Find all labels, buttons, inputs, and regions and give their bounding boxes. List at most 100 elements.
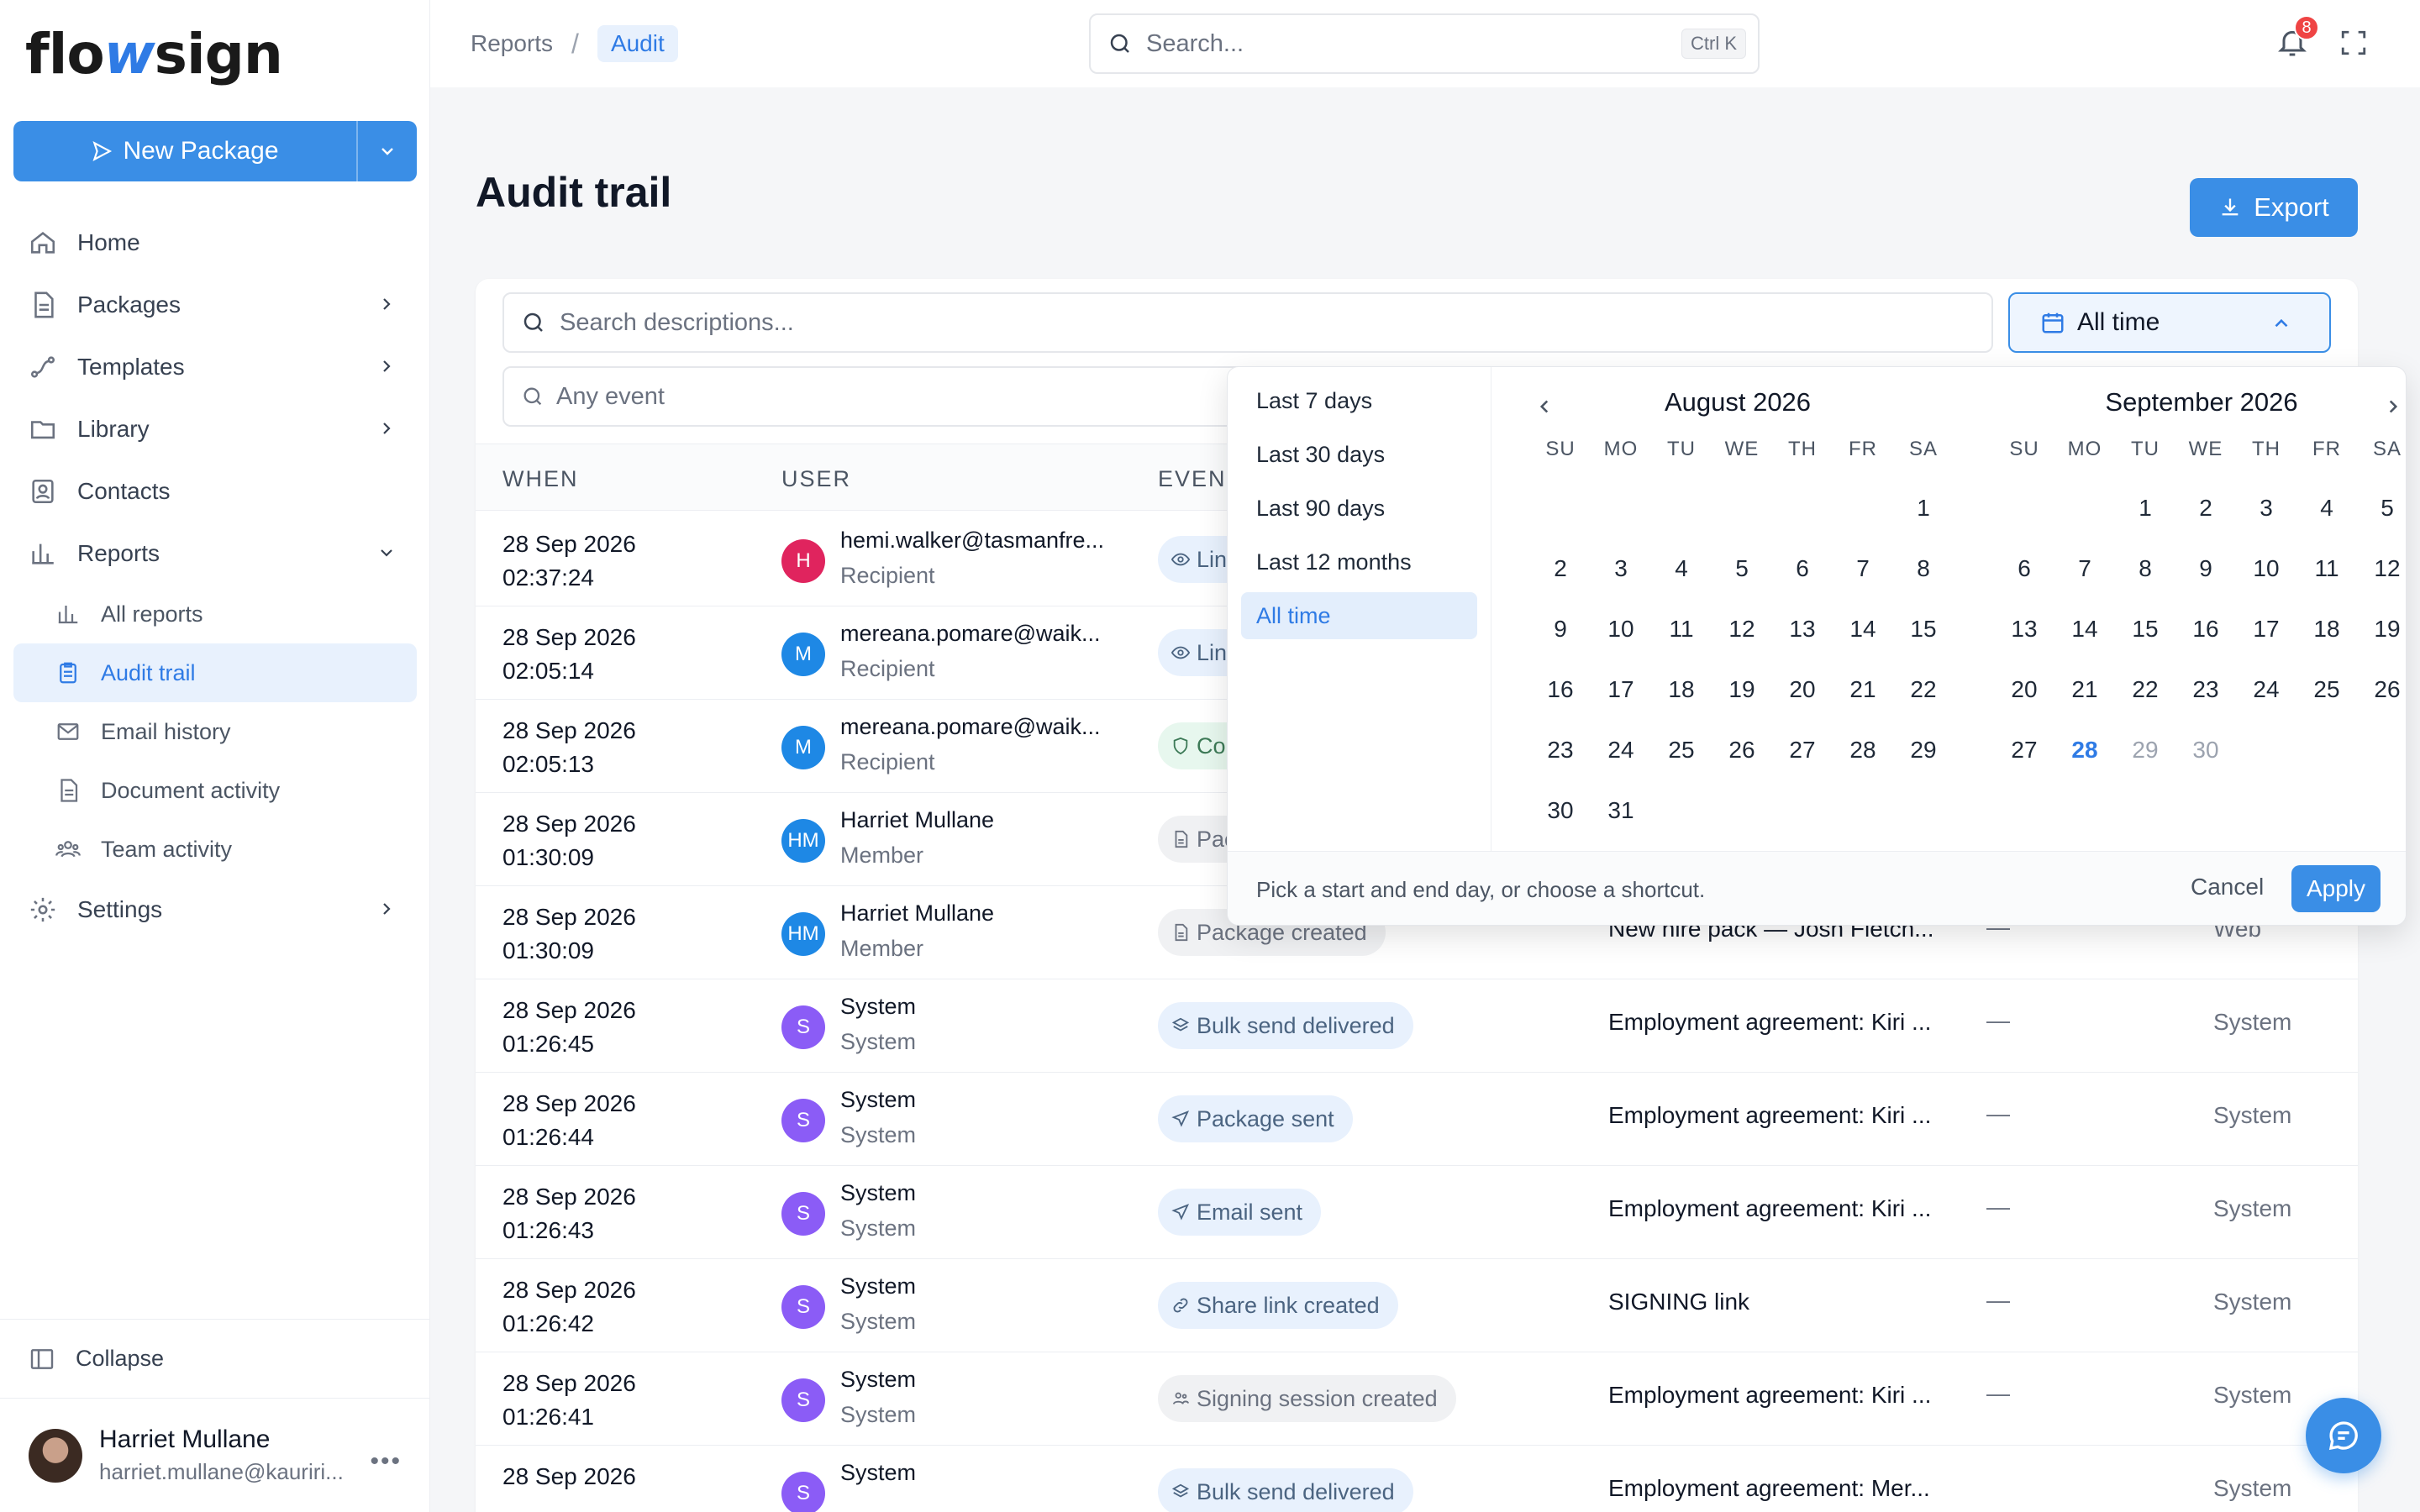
collapse-sidebar-button[interactable]: Collapse [0,1319,430,1398]
calendar-day[interactable]: 31 [1591,794,1651,827]
calendar-day[interactable]: 16 [2175,612,2236,646]
more-options-icon[interactable]: ••• [370,1447,402,1476]
calendar-day[interactable]: 17 [1591,673,1651,706]
table-row[interactable]: 28 Sep 2026 01:26:43 S System System Email se… [476,1165,2358,1259]
calendar-day[interactable]: 8 [2115,552,2175,585]
calendar-day[interactable]: 12 [2357,552,2406,585]
calendar-day[interactable]: 4 [1651,552,1712,585]
calendar-day[interactable]: 25 [2296,673,2357,706]
calendar-day[interactable]: 18 [2296,612,2357,646]
calendar-day[interactable]: 22 [2115,673,2175,706]
calendar-day[interactable]: 9 [2175,552,2236,585]
calendar-day[interactable]: 28 [2054,733,2115,767]
calendar-day[interactable]: 22 [1893,673,1954,706]
calendar-day[interactable]: 20 [1772,673,1833,706]
sidebar-item-all-reports[interactable]: All reports [13,585,417,643]
apply-button[interactable]: Apply [2291,865,2381,912]
calendar-day[interactable]: 11 [2296,552,2357,585]
calendar-day[interactable]: 9 [1530,612,1591,646]
sidebar-item-home[interactable]: Home [13,212,417,274]
sidebar-item-reports[interactable]: Reports [13,522,417,585]
table-row[interactable]: 28 Sep 2026 01:26:44 S System System Package … [476,1072,2358,1166]
sidebar-item-library[interactable]: Library [13,398,417,460]
app-logo[interactable]: flowsign [25,22,283,87]
table-row[interactable]: 28 Sep 2026 01:26:42 S System System Share li… [476,1258,2358,1352]
calendar-day[interactable]: 1 [1893,491,1954,525]
calendar-day[interactable]: 21 [1833,673,1893,706]
sidebar-item-packages[interactable]: Packages [13,274,417,336]
calendar-day[interactable]: 11 [1651,612,1712,646]
sidebar-item-email-history[interactable]: Email history [13,702,417,761]
calendar-day[interactable]: 2 [1530,552,1591,585]
calendar-day[interactable]: 25 [1651,733,1712,767]
shortcut-last-12-months[interactable]: Last 12 months [1241,538,1477,585]
calendar-day[interactable]: 23 [2175,673,2236,706]
column-header-user[interactable]: USER [781,466,851,492]
calendar-day[interactable]: 26 [2357,673,2406,706]
calendar-day[interactable]: 8 [1893,552,1954,585]
event-filter-select[interactable]: Any event [502,366,1276,427]
calendar-day[interactable]: 10 [1591,612,1651,646]
shortcut-last-30-days[interactable]: Last 30 days [1241,431,1477,478]
description-search-input[interactable]: Search descriptions... [502,292,1993,353]
calendar-day[interactable]: 23 [1530,733,1591,767]
calendar-day[interactable]: 18 [1651,673,1712,706]
calendar-day[interactable]: 14 [1833,612,1893,646]
calendar-day[interactable]: 16 [1530,673,1591,706]
calendar-day[interactable]: 10 [2236,552,2296,585]
calendar-day[interactable]: 4 [2296,491,2357,525]
breadcrumb-audit[interactable]: Audit [597,25,678,62]
calendar-day[interactable]: 29 [1893,733,1954,767]
calendar-day[interactable]: 2 [2175,491,2236,525]
global-search-input[interactable]: Search... Ctrl K [1089,13,1760,74]
calendar-day[interactable]: 21 [2054,673,2115,706]
calendar-day[interactable]: 17 [2236,612,2296,646]
shortcut-last-7-days[interactable]: Last 7 days [1241,377,1477,424]
calendar-day[interactable]: 13 [1994,612,2054,646]
cancel-button[interactable]: Cancel [2191,874,2264,900]
new-package-button[interactable]: New Package [13,121,356,181]
export-button[interactable]: Export [2190,178,2358,237]
calendar-day[interactable]: 12 [1712,612,1772,646]
shortcut-all-time[interactable]: All time [1241,592,1477,639]
fullscreen-button[interactable] [2339,29,2368,57]
notifications-button[interactable]: 8 [2275,15,2319,60]
calendar-day[interactable]: 14 [2054,612,2115,646]
calendar-day[interactable]: 7 [1833,552,1893,585]
calendar-day[interactable]: 20 [1994,673,2054,706]
sidebar-item-document-activity[interactable]: Document activity [13,761,417,820]
calendar-day[interactable]: 1 [2115,491,2175,525]
calendar-day[interactable]: 27 [1994,733,2054,767]
date-range-dropdown[interactable]: All time [2008,292,2331,353]
shortcut-last-90-days[interactable]: Last 90 days [1241,485,1477,532]
calendar-day[interactable]: 5 [1712,552,1772,585]
calendar-day[interactable]: 28 [1833,733,1893,767]
calendar-day[interactable]: 3 [2236,491,2296,525]
calendar-day[interactable]: 3 [1591,552,1651,585]
column-header-when[interactable]: WHEN [502,466,579,492]
calendar-day[interactable]: 5 [2357,491,2406,525]
calendar-day[interactable]: 7 [2054,552,2115,585]
table-row[interactable]: 28 Sep 2026 S System Bulk send delivered Emp… [476,1445,2358,1512]
calendar-day[interactable]: 13 [1772,612,1833,646]
calendar-day[interactable]: 6 [1772,552,1833,585]
sidebar-item-contacts[interactable]: Contacts [13,460,417,522]
table-row[interactable]: 28 Sep 2026 01:26:45 S System System Bulk sen… [476,979,2358,1073]
calendar-day[interactable]: 15 [1893,612,1954,646]
calendar-day[interactable]: 26 [1712,733,1772,767]
calendar-day[interactable]: 19 [2357,612,2406,646]
calendar-day[interactable]: 30 [1530,794,1591,827]
calendar-day[interactable]: 6 [1994,552,2054,585]
calendar-day[interactable]: 24 [1591,733,1651,767]
next-month-button[interactable] [2382,396,2404,417]
calendar-day[interactable]: 24 [2236,673,2296,706]
chat-support-button[interactable] [2306,1398,2381,1473]
sidebar-item-audit-trail[interactable]: Audit trail [13,643,417,702]
sidebar-item-settings[interactable]: Settings [13,879,417,941]
user-profile[interactable]: Harriet Mullane harriet.mullane@kauriri.… [0,1398,430,1512]
new-package-dropdown-button[interactable] [356,121,417,181]
calendar-day[interactable]: 27 [1772,733,1833,767]
sidebar-item-templates[interactable]: Templates [13,336,417,398]
calendar-day[interactable]: 19 [1712,673,1772,706]
breadcrumb-reports[interactable]: Reports [471,30,553,57]
